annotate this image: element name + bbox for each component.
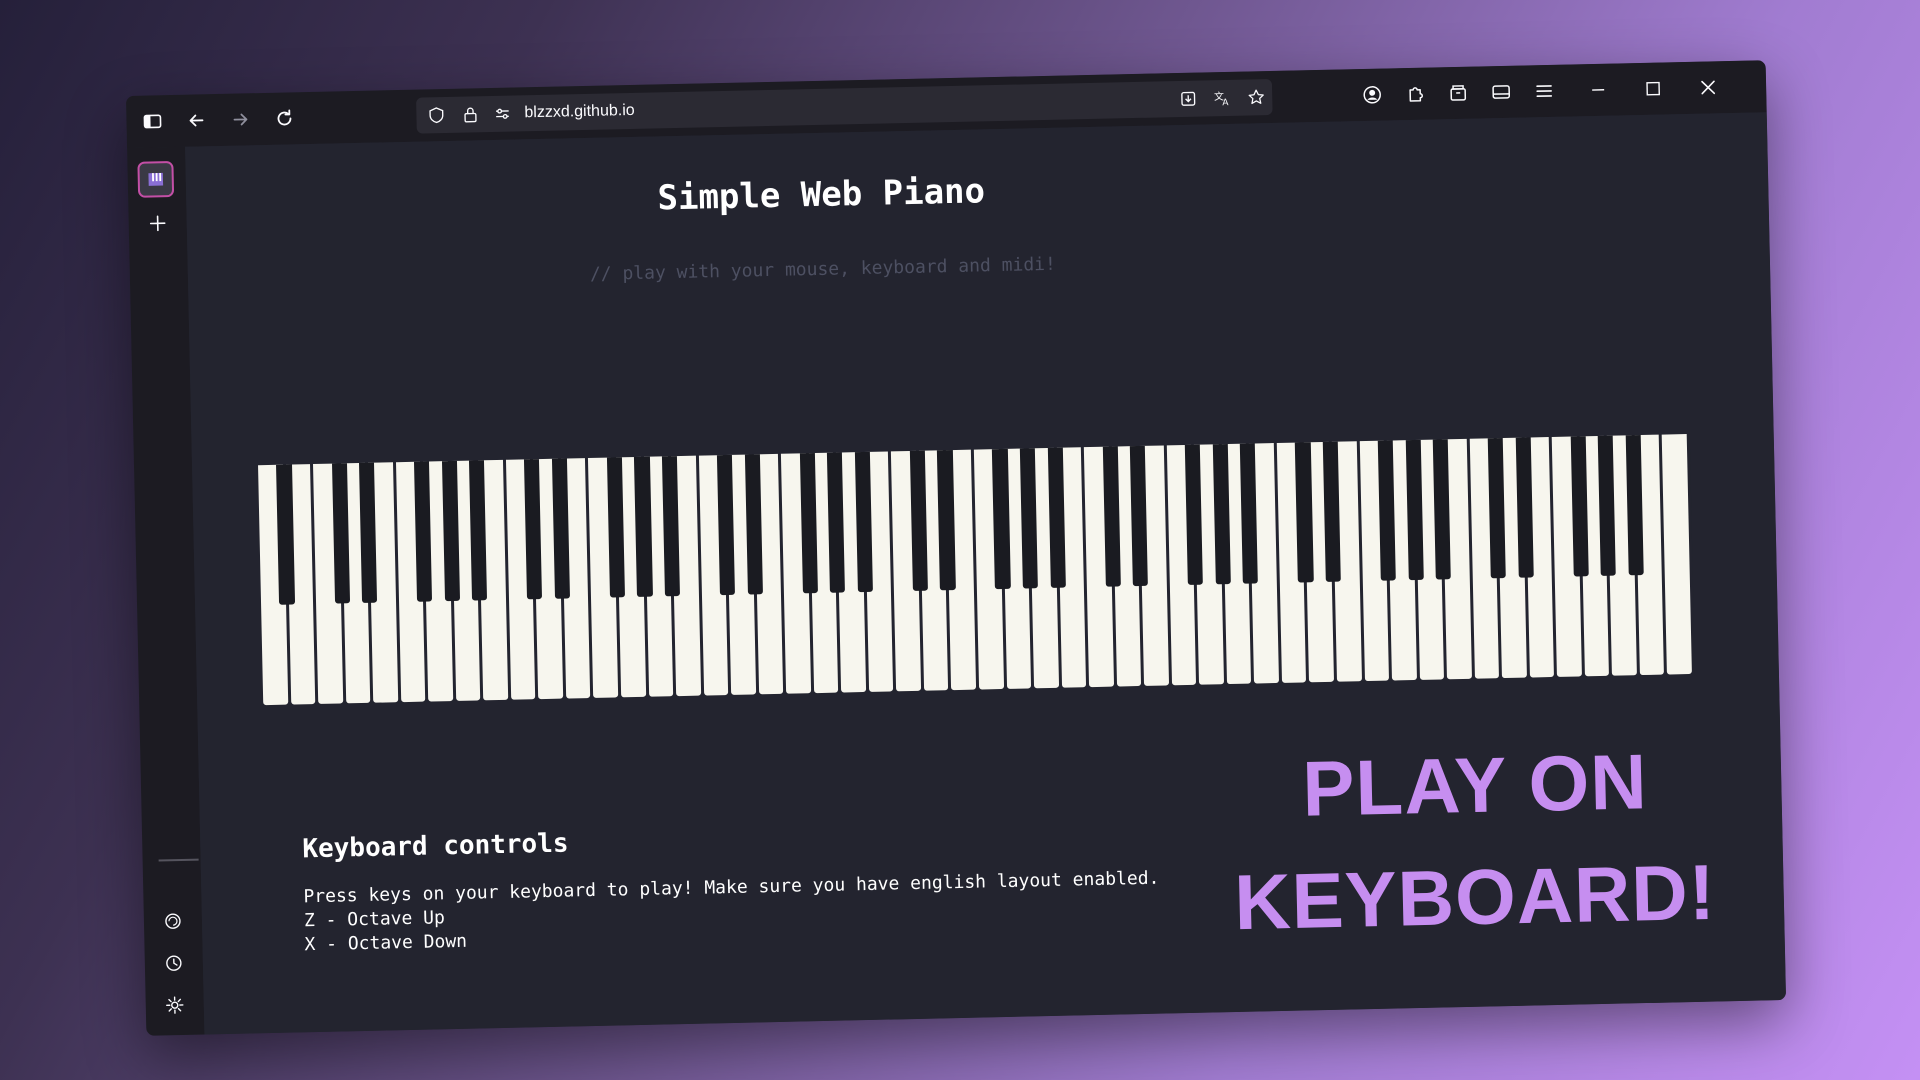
black-key[interactable] bbox=[1322, 441, 1341, 582]
promo-line-2: KEYBOARD! bbox=[1233, 847, 1717, 947]
black-key[interactable] bbox=[661, 456, 681, 597]
bookmark-star-icon[interactable] bbox=[1244, 85, 1269, 110]
sidebar-panel-icon[interactable] bbox=[1485, 76, 1518, 109]
black-key[interactable] bbox=[854, 451, 873, 593]
container-icon[interactable] bbox=[1442, 77, 1475, 110]
maximize-icon[interactable] bbox=[1637, 72, 1670, 105]
controls-instruction: Press keys on your keyboard to play! Mak… bbox=[303, 867, 1160, 908]
piano-tab[interactable] bbox=[137, 160, 175, 198]
black-key[interactable] bbox=[1047, 447, 1066, 588]
reload-icon[interactable] bbox=[268, 102, 301, 135]
black-key[interactable] bbox=[1212, 444, 1231, 585]
controls-octave-down: X - Octave Down bbox=[304, 930, 468, 956]
extensions-icon[interactable] bbox=[1399, 78, 1432, 111]
black-key[interactable] bbox=[1570, 436, 1589, 577]
black-key[interactable] bbox=[276, 464, 295, 605]
black-key[interactable] bbox=[909, 450, 928, 591]
promo-line-1: PLAY ON bbox=[1301, 737, 1649, 833]
black-key[interactable] bbox=[937, 450, 956, 591]
keyboard-controls-heading: Keyboard controls bbox=[302, 828, 569, 865]
black-key[interactable] bbox=[1515, 437, 1534, 578]
black-key[interactable] bbox=[634, 456, 653, 597]
minimize-icon[interactable] bbox=[1582, 74, 1615, 107]
menu-icon[interactable] bbox=[1528, 75, 1561, 108]
lock-icon[interactable] bbox=[458, 102, 483, 127]
controls-octave-up: Z - Octave Up bbox=[303, 907, 446, 932]
black-key[interactable] bbox=[551, 458, 570, 599]
black-key[interactable] bbox=[992, 448, 1011, 590]
back-arrow-icon[interactable] bbox=[180, 104, 213, 137]
page-title: Simple Web Piano bbox=[657, 171, 986, 219]
piano-favicon bbox=[148, 172, 164, 186]
black-key[interactable] bbox=[441, 460, 460, 602]
svg-text:A: A bbox=[1222, 98, 1229, 107]
translate-icon[interactable]: 文A bbox=[1210, 86, 1235, 111]
close-icon[interactable] bbox=[1692, 71, 1725, 104]
url-text[interactable]: blzzxd.github.io bbox=[524, 102, 635, 122]
new-tab-icon[interactable] bbox=[143, 209, 172, 238]
settings-icon[interactable] bbox=[160, 991, 189, 1020]
black-key[interactable] bbox=[1377, 440, 1396, 581]
white-key[interactable] bbox=[1662, 434, 1692, 675]
black-key[interactable] bbox=[799, 453, 818, 594]
black-key[interactable] bbox=[331, 463, 350, 604]
sidebar-toggle-icon[interactable] bbox=[136, 105, 169, 138]
black-key[interactable] bbox=[1625, 435, 1644, 576]
black-key[interactable] bbox=[1295, 442, 1314, 583]
piano-keyboard[interactable] bbox=[258, 433, 1695, 706]
black-key[interactable] bbox=[1019, 448, 1039, 589]
forward-arrow-icon[interactable] bbox=[224, 103, 257, 136]
black-key[interactable] bbox=[744, 454, 763, 595]
black-key[interactable] bbox=[1405, 439, 1424, 581]
page-subtitle: // play with your mouse, keyboard and mi… bbox=[589, 253, 1057, 285]
account-icon[interactable] bbox=[1356, 78, 1389, 111]
black-key[interactable] bbox=[1102, 446, 1121, 587]
black-key[interactable] bbox=[606, 457, 626, 598]
chatbot-icon[interactable] bbox=[159, 907, 188, 936]
shield-icon[interactable] bbox=[424, 103, 449, 128]
sidebar-divider bbox=[158, 858, 199, 862]
history-icon[interactable] bbox=[160, 949, 189, 978]
download-page-icon[interactable] bbox=[1176, 87, 1201, 112]
permissions-icon[interactable] bbox=[490, 102, 515, 127]
